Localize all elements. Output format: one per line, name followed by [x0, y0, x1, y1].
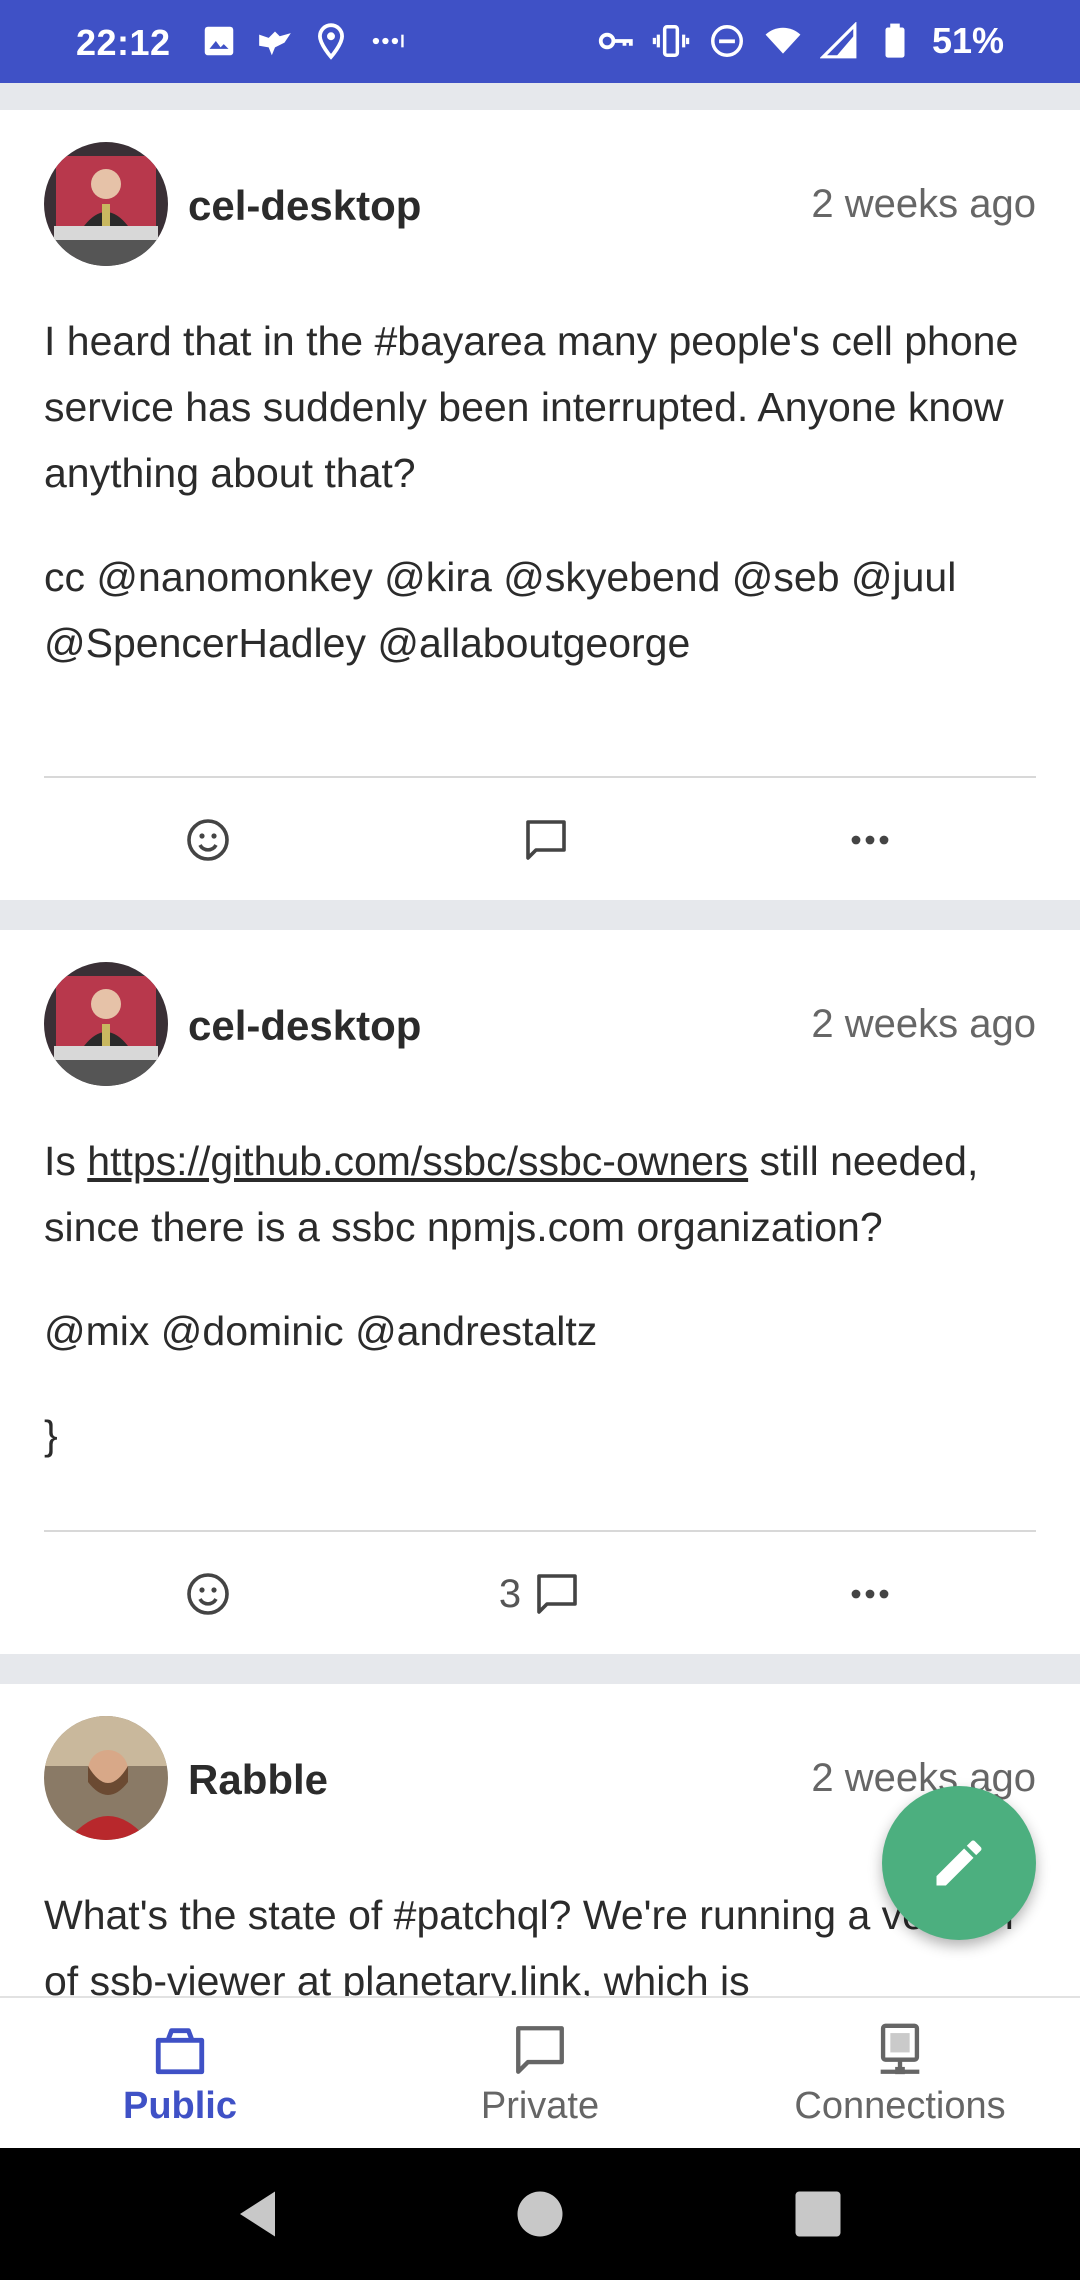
compose-button[interactable] — [882, 1786, 1036, 1940]
tab-private[interactable]: Private — [360, 1998, 720, 2150]
author-avatar[interactable] — [44, 1716, 168, 1840]
status-time: 22:12 — [76, 22, 171, 63]
post-body: I heard that in the #bayarea many people… — [44, 308, 1036, 714]
message-icon — [516, 2025, 564, 2074]
wifi-icon — [765, 27, 801, 54]
reply-button[interactable]: 3 — [470, 1534, 610, 1654]
more-horizontal-icon — [851, 835, 889, 845]
tab-label: Connections — [794, 2084, 1006, 2127]
smiley-icon — [187, 819, 229, 861]
tab-label: Private — [480, 2084, 600, 2127]
signal-icon — [819, 22, 857, 59]
more-horizontal-icon — [851, 1589, 889, 1599]
inbox-icon — [155, 2027, 205, 2074]
tab-public[interactable]: Public — [0, 1998, 360, 2150]
author-name[interactable]: cel-desktop — [188, 1002, 421, 1050]
battery-percent: 51% — [931, 20, 1004, 61]
author-name[interactable]: Rabble — [188, 1756, 328, 1804]
post-paragraph: What's the state of #patchql? We're runn… — [44, 1892, 1014, 1996]
post-body: What's the state of #patchql? We're runn… — [44, 1882, 1036, 1996]
post-paragraph: cc @nanomonkey @kira @skyebend @seb @juu… — [44, 554, 957, 666]
more-dots-icon — [372, 34, 404, 48]
more-button[interactable] — [810, 780, 930, 900]
divider — [44, 1530, 1036, 1532]
home-icon[interactable] — [510, 2184, 570, 2244]
vpn-key-icon — [598, 32, 633, 50]
system-navigation-bar — [0, 2148, 1080, 2280]
smiley-icon — [187, 1573, 229, 1615]
notification-icons — [200, 22, 406, 60]
tab-label: Public — [122, 2084, 238, 2127]
post-body: Is https://github.com/ssbc/ssbc-owners s… — [44, 1128, 1036, 1468]
tab-connections[interactable]: Connections — [720, 1998, 1080, 2150]
vibrate-icon — [652, 25, 690, 57]
post-actions: 3 — [0, 1534, 1080, 1654]
location-icon — [318, 23, 344, 60]
react-button[interactable] — [148, 1534, 268, 1654]
network-icon — [880, 2023, 920, 2074]
post-actions — [0, 780, 1080, 900]
reply-count: 3 — [498, 1571, 522, 1616]
author-avatar[interactable] — [44, 142, 168, 266]
divider — [44, 776, 1036, 778]
comment-icon — [526, 820, 566, 860]
bottom-navigation: Public Private Connections — [0, 1996, 1080, 2148]
status-bar: 22:12 51% — [0, 0, 1080, 83]
back-icon[interactable] — [230, 2184, 290, 2244]
more-button[interactable] — [810, 1534, 930, 1654]
post-link[interactable]: https://github.com/ssbc/ssbc-owners — [87, 1138, 748, 1184]
dnd-icon — [710, 25, 743, 57]
post-paragraph: @mix @dominic @andrestaltz — [44, 1308, 598, 1354]
post-timestamp[interactable]: 2 weeks ago — [811, 182, 1036, 227]
post-card: cel-desktop 2 weeks ago Is https://githu… — [0, 930, 1080, 1654]
pencil-icon — [936, 1840, 982, 1886]
comment-icon — [537, 1574, 577, 1614]
post-card: cel-desktop 2 weeks ago I heard that in … — [0, 110, 1080, 900]
post-text: Is — [44, 1138, 88, 1184]
post-paragraph: Is https://github.com/ssbc/ssbc-owners s… — [44, 1128, 1036, 1260]
post-timestamp[interactable]: 2 weeks ago — [811, 1002, 1036, 1047]
public-feed[interactable]: cel-desktop 2 weeks ago I heard that in … — [0, 110, 1080, 1996]
author-name[interactable]: cel-desktop — [188, 182, 421, 230]
post-paragraph: I heard that in the #bayarea many people… — [44, 318, 1019, 496]
react-button[interactable] — [148, 780, 268, 900]
reply-button[interactable] — [480, 780, 600, 900]
image-icon — [204, 26, 234, 56]
battery-icon — [885, 23, 905, 58]
recents-icon[interactable] — [788, 2184, 848, 2244]
author-avatar[interactable] — [44, 962, 168, 1086]
bird-icon — [259, 31, 291, 56]
system-icons: 51% — [596, 20, 1004, 62]
